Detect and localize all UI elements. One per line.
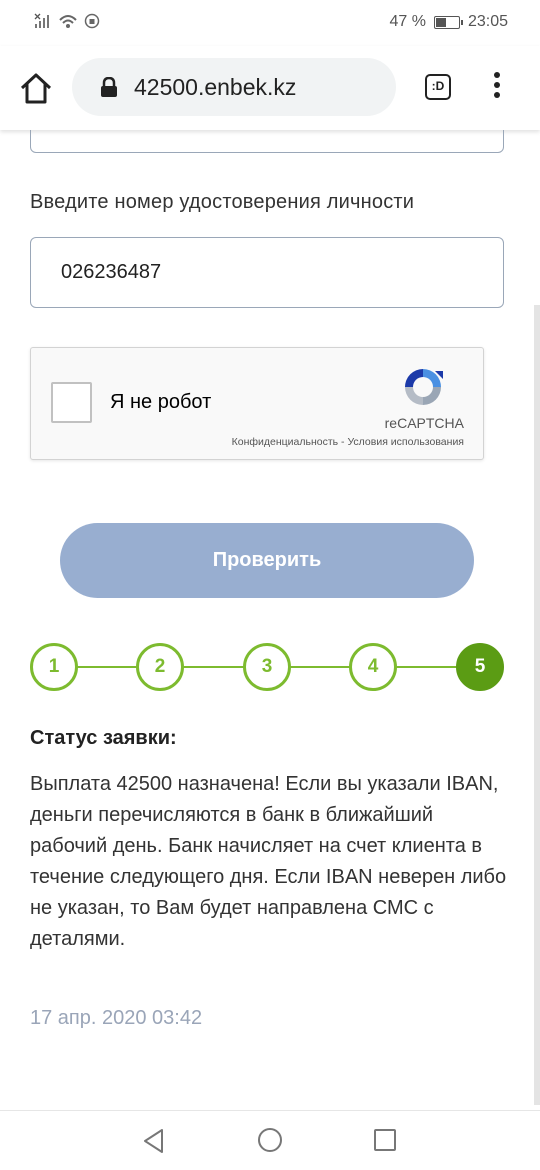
wifi-icon [59, 15, 77, 28]
home-icon[interactable] [18, 70, 54, 106]
url-text: 42500.enbek.kz [134, 74, 297, 100]
battery-icon [433, 15, 463, 29]
status-icons-left [34, 13, 100, 29]
status-title: Статус заявки: [30, 727, 177, 749]
captcha-label: Я не робот [110, 391, 212, 413]
page-content: Введите номер удостоверения личности 026… [0, 130, 540, 1110]
status-message: Выплата 42500 назначена! Если вы указали… [30, 773, 507, 950]
recaptcha-widget: Я не робот reCAPTCHA Конфиденциальность … [30, 347, 484, 460]
data-saver-icon [84, 13, 100, 29]
signal-off-icon [34, 13, 49, 28]
progress-steps: 1 2 3 4 5 [30, 643, 505, 691]
overflow-menu-icon[interactable] [492, 72, 502, 102]
recent-apps-icon[interactable] [374, 1129, 396, 1151]
lock-icon [101, 77, 117, 97]
step-2: 2 [136, 643, 184, 691]
check-button[interactable]: Проверить [60, 523, 474, 598]
battery-percent: 47 % [389, 13, 426, 30]
scrollbar[interactable] [534, 305, 540, 1105]
captcha-checkbox[interactable] [51, 382, 92, 423]
status-date: 17 апр. 2020 03:42 [30, 1007, 203, 1029]
home-circle-icon[interactable] [258, 1128, 282, 1152]
recaptcha-logo-icon [405, 369, 443, 405]
back-icon[interactable] [142, 1128, 166, 1154]
address-bar[interactable]: 42500.enbek.kz [72, 58, 396, 116]
step-1: 1 [30, 643, 78, 691]
step-4: 4 [349, 643, 397, 691]
id-number-label: Введите номер удостоверения личности [30, 191, 415, 213]
system-nav-bar [0, 1110, 540, 1170]
status-icons-right: 47 % 23:05 [389, 13, 508, 31]
step-3: 3 [243, 643, 291, 691]
recaptcha-links[interactable]: Конфиденциальность - Условия использован… [232, 436, 464, 448]
status-bar: 47 % 23:05 [0, 0, 540, 46]
step-5: 5 [456, 643, 504, 691]
id-number-input[interactable]: 026236487 [30, 237, 504, 308]
browser-toolbar: 42500.enbek.kz :D [0, 46, 540, 130]
tabs-button[interactable]: :D [425, 74, 451, 100]
previous-field[interactable] [30, 130, 504, 153]
recaptcha-brand: reCAPTCHA [384, 415, 464, 431]
clock: 23:05 [467, 13, 508, 30]
